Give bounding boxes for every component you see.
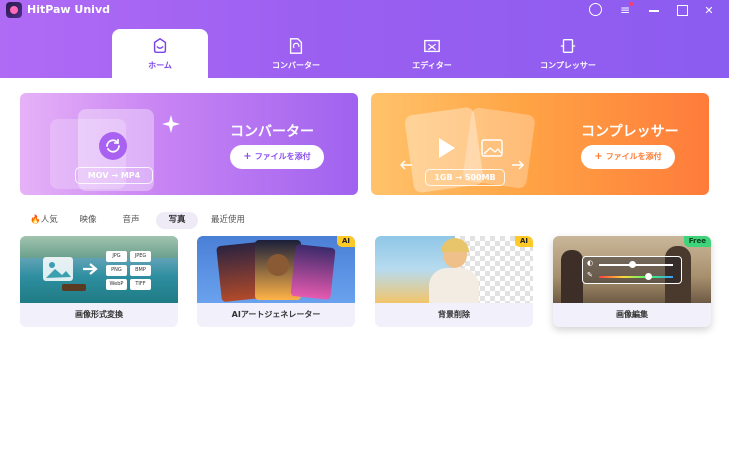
editor-icon	[424, 39, 440, 53]
title-bar: HitPaw Univd ホーム コンバーター エディター コンプレッサー	[0, 0, 729, 78]
account-icon[interactable]	[586, 2, 604, 18]
size-pill: 1GB → 500MB	[425, 169, 505, 186]
to-format: MP4	[120, 171, 141, 180]
format-chip: JPG	[106, 251, 127, 262]
close-icon[interactable]	[700, 2, 718, 18]
color-slider[interactable]	[599, 276, 673, 278]
tool-ai-art-generator[interactable]: AI AIアートジェネレーター	[197, 236, 355, 327]
arrow-icon: →	[455, 173, 465, 182]
compressor-title: コンプレッサー	[581, 124, 679, 140]
shoulders	[429, 268, 479, 303]
boat	[62, 284, 86, 291]
tab-converter[interactable]: コンバーター	[248, 29, 344, 78]
compressor-card[interactable]: 1GB → 500MB コンプレッサー + ファイルを添付	[371, 93, 709, 195]
arrow-left-icon	[399, 160, 412, 170]
adjust-panel: ◐ ✎	[582, 256, 682, 284]
arrow-icon: →	[111, 171, 121, 180]
tab-label: ホーム	[148, 61, 172, 70]
compress-icon	[560, 39, 576, 53]
tab-compressor[interactable]: コンプレッサー	[520, 29, 616, 78]
ai-badge: AI	[514, 236, 533, 247]
app-logo-icon	[6, 2, 22, 18]
button-label: ファイルを添付	[254, 152, 311, 161]
mountains	[20, 236, 178, 258]
tool-label: 画像編集	[616, 310, 648, 319]
tab-home[interactable]: ホーム	[112, 29, 208, 78]
subtab-photo[interactable]: 写真	[156, 212, 198, 229]
person	[561, 250, 583, 303]
converter-add-file-button[interactable]: + ファイルを添付	[230, 145, 324, 169]
brightness-slider[interactable]	[599, 264, 673, 266]
brightness-icon: ◐	[587, 259, 594, 267]
thumbnail: JPG JPEG PNG BMP WebP TIFF	[20, 236, 178, 303]
subtab-audio[interactable]: 音声	[117, 212, 145, 229]
tab-label: コンバーター	[272, 61, 320, 70]
minimize-icon[interactable]	[645, 2, 663, 18]
converter-card[interactable]: MOV → MP4 コンバーター + ファイルを添付	[20, 93, 358, 195]
tab-label: コンプレッサー	[540, 61, 596, 70]
format-chip: PNG	[106, 265, 127, 276]
arrow-right-icon	[512, 160, 525, 170]
format-chip: JPEG	[130, 251, 151, 262]
color-icon: ✎	[587, 271, 593, 279]
file-convert-icon	[289, 38, 303, 54]
format-chip: WebP	[106, 279, 127, 290]
arrow-right-icon	[83, 263, 98, 275]
tool-label: 画像形式変換	[75, 310, 123, 319]
format-chip: TIFF	[130, 279, 151, 290]
image-icon	[481, 139, 503, 157]
tool-image-format-convert[interactable]: JPG JPEG PNG BMP WebP TIFF 画像形式変換	[20, 236, 178, 327]
tool-label: AIアートジェネレーター	[231, 310, 321, 319]
format-pill: MOV → MP4	[75, 167, 153, 184]
free-badge: Free	[683, 236, 711, 247]
art-card	[290, 244, 336, 300]
subtab-popular[interactable]: 🔥人気	[26, 212, 62, 229]
ai-badge: AI	[336, 236, 355, 247]
refresh-icon	[99, 132, 127, 160]
subtab-recent[interactable]: 最近使用	[206, 212, 250, 229]
tab-label: エディター	[412, 61, 452, 70]
format-chip: BMP	[130, 265, 151, 276]
from-size: 1GB	[434, 173, 453, 182]
subtab-video[interactable]: 映像	[74, 212, 102, 229]
from-format: MOV	[87, 171, 109, 180]
converter-title: コンバーター	[230, 124, 314, 140]
tool-background-remove[interactable]: AI 背景削除	[375, 236, 533, 327]
to-size: 500MB	[464, 173, 496, 182]
compressor-add-file-button[interactable]: + ファイルを添付	[581, 145, 675, 169]
button-label: ファイルを添付	[605, 152, 662, 161]
plus-icon: +	[594, 151, 603, 162]
play-icon	[439, 138, 455, 158]
menu-icon[interactable]	[616, 2, 634, 18]
thumbnail	[375, 236, 533, 303]
image-file-icon	[43, 257, 73, 281]
tool-image-edit[interactable]: ◐ ✎ Free 画像編集	[553, 236, 711, 327]
home-icon	[153, 37, 167, 54]
slider-thumb[interactable]	[645, 273, 652, 280]
tool-label: 背景削除	[438, 310, 470, 319]
slider-thumb[interactable]	[629, 261, 636, 268]
sparkle-icon	[162, 115, 180, 133]
fire-icon: 🔥	[30, 215, 41, 225]
tab-editor[interactable]: エディター	[384, 29, 480, 78]
app-title: HitPaw Univd	[27, 3, 110, 16]
face	[267, 254, 289, 276]
maximize-icon[interactable]	[672, 2, 690, 18]
plus-icon: +	[243, 151, 252, 162]
thumbnail	[197, 236, 355, 303]
subtab-label: 人気	[40, 215, 58, 225]
